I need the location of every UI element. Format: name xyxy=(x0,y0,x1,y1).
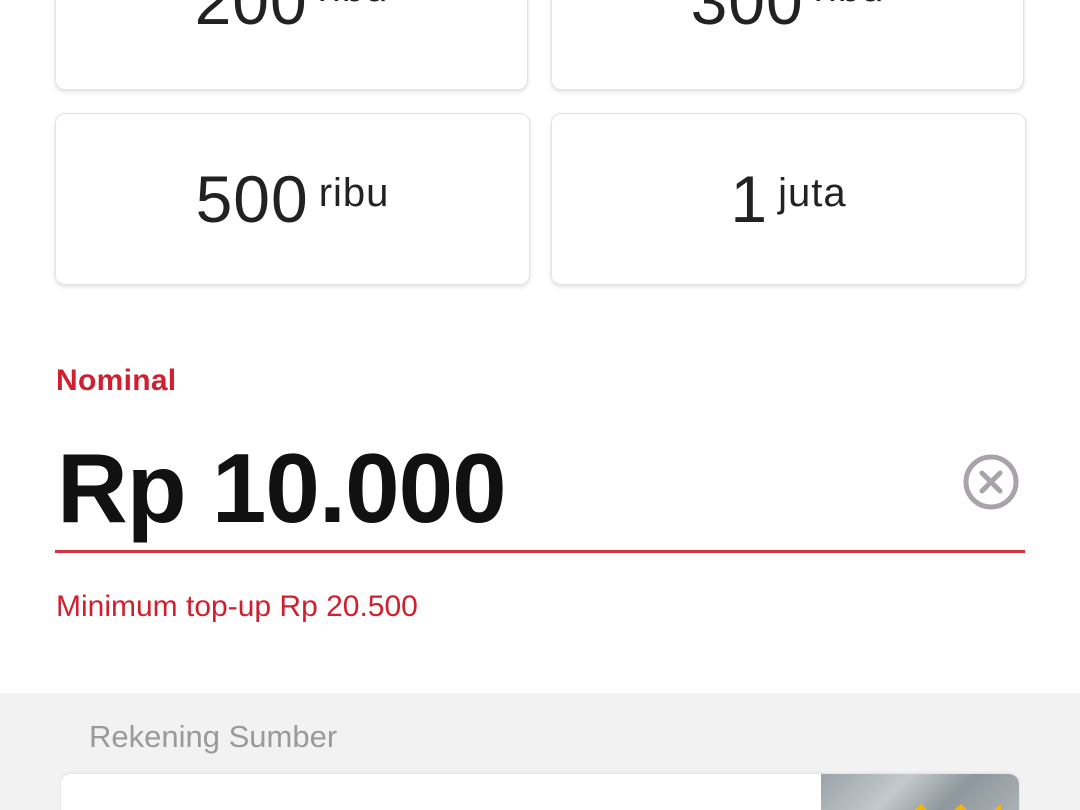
bank-card-image xyxy=(821,774,1019,810)
amount-option-content: 200 ribu xyxy=(195,0,389,34)
amount-option-value: 500 xyxy=(195,162,309,236)
clear-button[interactable] xyxy=(963,454,1019,510)
nominal-label: Nominal xyxy=(56,364,177,397)
amount-option-value: 200 xyxy=(194,0,308,38)
nominal-input-value[interactable]: Rp 10.000 xyxy=(57,434,507,543)
source-account-section: Rekening Sumber xyxy=(0,693,1080,810)
close-circle-icon xyxy=(963,454,1019,510)
nominal-input-field[interactable]: Rp 10.000 xyxy=(55,425,1025,553)
topup-screen: 200 ribu 300 ribu 500 ribu 1 juta Nomina… xyxy=(0,0,1080,810)
amount-option-300-ribu[interactable]: 300 ribu xyxy=(551,0,1024,90)
source-account-label: Rekening Sumber xyxy=(89,719,338,754)
amount-option-500-ribu[interactable]: 500 ribu xyxy=(55,113,530,285)
amount-option-value: 300 xyxy=(690,0,804,38)
amount-option-unit: ribu xyxy=(318,171,390,215)
amount-option-value: 1 xyxy=(730,162,769,236)
nominal-error-message: Minimum top-up Rp 20.500 xyxy=(56,590,418,623)
source-account-card[interactable] xyxy=(61,774,1019,810)
bank-logo-icon xyxy=(914,804,1001,810)
amount-option-content: 300 ribu xyxy=(691,0,885,34)
amount-option-200-ribu[interactable]: 200 ribu xyxy=(55,0,528,90)
amount-option-unit: juta xyxy=(778,171,847,215)
amount-option-1-juta[interactable]: 1 juta xyxy=(551,113,1026,285)
amount-option-unit: ribu xyxy=(814,0,885,8)
amount-option-unit: ribu xyxy=(318,0,389,8)
